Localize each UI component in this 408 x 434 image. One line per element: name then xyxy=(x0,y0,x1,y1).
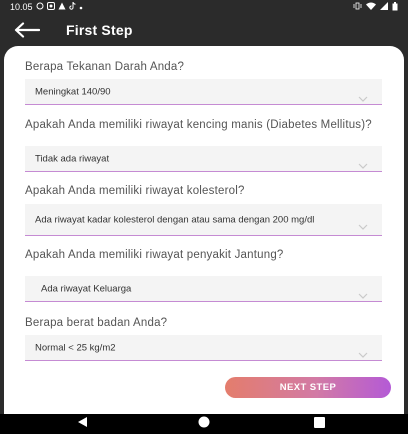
chevron-down-icon xyxy=(358,156,368,169)
heart-select[interactable]: Ada riwayat Keluarga xyxy=(25,276,382,302)
status-right xyxy=(353,1,398,13)
question-heart: Apakah Anda memiliki riwayat penyakit Ja… xyxy=(25,249,284,261)
app-bar: First Step xyxy=(0,14,408,46)
question-blood-pressure: Berapa Tekanan Darah Anda? xyxy=(25,61,185,73)
blood-pressure-select[interactable]: Meningkat 140/90 xyxy=(25,79,382,105)
page-title: First Step xyxy=(66,22,133,38)
heart-value: Ada riwayat Keluarga xyxy=(41,283,132,294)
chevron-down-icon xyxy=(358,217,368,230)
tiktok-icon xyxy=(68,1,76,12)
nav-home-icon[interactable] xyxy=(198,415,210,433)
media-icon xyxy=(46,2,55,12)
cholesterol-value: Ada riwayat kadar kolesterol dengan atau… xyxy=(35,214,315,225)
form-card: Berapa Tekanan Darah Anda? Meningkat 140… xyxy=(4,46,404,414)
chevron-down-icon xyxy=(358,286,368,299)
cholesterol-select[interactable]: Ada riwayat kadar kolesterol dengan atau… xyxy=(25,204,382,236)
question-cholesterol: Apakah Anda memiliki riwayat kolesterol? xyxy=(25,185,245,197)
system-nav-bar xyxy=(0,414,408,434)
chevron-down-icon xyxy=(358,89,368,102)
alert-icon xyxy=(58,2,66,12)
signal-icon xyxy=(380,2,388,12)
question-weight: Berapa berat badan Anda? xyxy=(25,317,168,329)
dot-icon xyxy=(79,2,83,12)
back-arrow-icon[interactable] xyxy=(14,20,42,40)
chevron-down-icon xyxy=(358,345,368,358)
weight-select[interactable]: Normal < 25 kg/m2 xyxy=(25,335,382,361)
wifi-icon xyxy=(366,2,376,12)
question-diabetes: Apakah Anda memiliki riwayat kencing man… xyxy=(25,119,372,131)
nav-recents-icon[interactable] xyxy=(314,415,325,433)
battery-icon xyxy=(392,1,398,13)
weight-value: Normal < 25 kg/m2 xyxy=(35,342,116,353)
whatsapp-icon xyxy=(36,2,44,12)
vibrate-icon xyxy=(353,2,362,12)
status-bar: 10.05 xyxy=(0,0,408,14)
diabetes-value: Tidak ada riwayat xyxy=(35,153,110,164)
status-left: 10.05 xyxy=(10,1,83,12)
blood-pressure-value: Meningkat 140/90 xyxy=(35,86,111,97)
diabetes-select[interactable]: Tidak ada riwayat xyxy=(25,146,382,172)
status-time: 10.05 xyxy=(10,2,33,12)
next-step-button[interactable]: NEXT STEP xyxy=(225,377,391,398)
nav-back-icon[interactable] xyxy=(77,415,88,433)
